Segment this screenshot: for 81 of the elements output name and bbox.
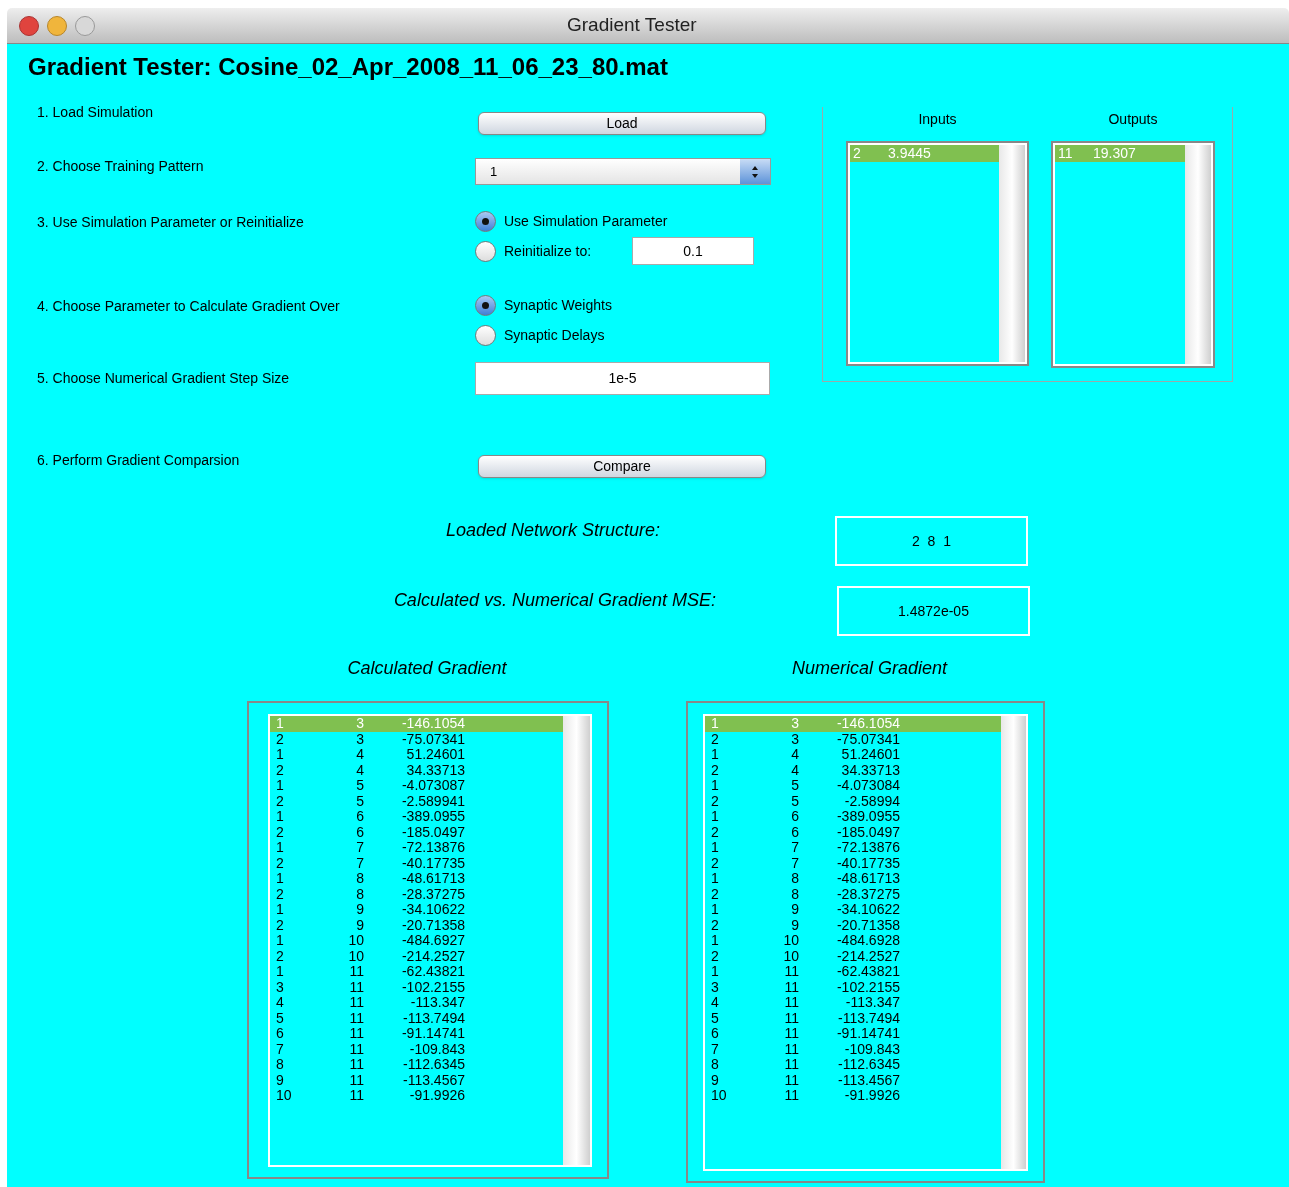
list-row[interactable]: 2 6 -185.0497 xyxy=(705,824,1001,840)
button[interactable]: Load xyxy=(478,112,766,135)
step-label: 1. Load Simulation xyxy=(37,104,153,120)
dropdown[interactable]: 1 xyxy=(475,158,771,185)
list-row[interactable]: 3 11 -102.2155 xyxy=(270,979,563,995)
button[interactable]: Compare xyxy=(478,455,766,478)
result-label: Calculated vs. Numerical Gradient MSE: xyxy=(393,590,716,610)
list-row[interactable]: 1 8 -48.61713 xyxy=(705,871,1001,887)
list-row[interactable]: 1 9 -34.10622 xyxy=(270,902,563,918)
list-row[interactable]: 2 3 -75.07341 xyxy=(705,731,1001,747)
list-row[interactable]: 8 11 -112.6345 xyxy=(705,1057,1001,1073)
radio-button[interactable] xyxy=(475,210,496,232)
list-row[interactable]: 1 11 -62.43821 xyxy=(270,964,563,980)
list-row[interactable]: 1 11 -62.43821 xyxy=(705,964,1001,980)
list-box[interactable] xyxy=(247,701,609,1179)
list-heading: Outputs xyxy=(1108,110,1158,129)
list-row[interactable]: 10 11 -91.9926 xyxy=(705,1088,1001,1104)
input-field[interactable]: 1e-5 xyxy=(475,362,770,395)
radio-label: Synaptic Delays xyxy=(504,326,606,344)
list-row[interactable]: 2 8 -28.37275 xyxy=(270,886,563,902)
updown-arrows-icon xyxy=(751,164,759,179)
list-row[interactable]: 2 7 -40.17735 xyxy=(270,855,563,871)
list-row[interactable]: 2 10 -214.2527 xyxy=(705,948,1001,964)
list-row[interactable]: 1 4 51.24601 xyxy=(705,747,1001,763)
output-field: 2 8 1 xyxy=(835,516,1028,566)
step-label: 4. Choose Parameter to Calculate Gradient Over xyxy=(37,298,340,314)
radio-label: Reinitialize to: xyxy=(504,242,593,260)
list-row[interactable]: 1 4 51.24601 xyxy=(270,747,563,763)
list-row[interactable]: 2 10 -214.2527 xyxy=(270,948,563,964)
list-row[interactable]: 1 8 -48.61713 xyxy=(270,871,563,887)
list-row[interactable]: 3 11 -102.2155 xyxy=(705,979,1001,995)
list-row[interactable]: 2 7 -40.17735 xyxy=(705,855,1001,871)
radio-button[interactable] xyxy=(475,294,496,316)
step-label: 5. Choose Numerical Gradient Step Size xyxy=(37,370,290,386)
list-row[interactable]: 1 10 -484.6927 xyxy=(270,933,563,949)
page-heading: Gradient Tester: Cosine_02_Apr_2008_11_06_23_80.mat xyxy=(28,53,668,80)
list-row[interactable]: 2 8 -28.37275 xyxy=(705,886,1001,902)
list-row[interactable]: 2 5 -2.58994 xyxy=(705,793,1001,809)
window-title: Gradient Tester xyxy=(567,13,697,38)
list-row[interactable]: 2 6 -185.0497 xyxy=(270,824,563,840)
list-row[interactable]: 10 11 -91.9926 xyxy=(270,1088,563,1104)
list-row[interactable]: 7 11 -109.843 xyxy=(270,1041,563,1057)
step-label: 6. Perform Gradient Comparsion xyxy=(37,452,240,468)
list-row[interactable]: 4 11 -113.347 xyxy=(705,995,1001,1011)
list-row[interactable]: 1 7 -72.13876 xyxy=(270,840,563,856)
list-row[interactable]: 9 11 -113.4567 xyxy=(705,1072,1001,1088)
list-row[interactable]: 2 4 34.33713 xyxy=(270,762,563,778)
list-row[interactable]: 1 9 -34.10622 xyxy=(705,902,1001,918)
list-row[interactable]: 1 10 -484.6928 xyxy=(705,933,1001,949)
list-heading: Numerical Gradient xyxy=(791,658,948,678)
list-row[interactable]: 1 5 -4.073084 xyxy=(705,778,1001,794)
list-row[interactable]: 7 11 -109.843 xyxy=(705,1041,1001,1057)
list-row[interactable]: 6 11 -91.14741 xyxy=(705,1026,1001,1042)
list-row[interactable]: 2 4 34.33713 xyxy=(705,762,1001,778)
result-label: Loaded Network Structure: xyxy=(445,520,660,540)
list-row[interactable]: 1 5 -4.073087 xyxy=(270,778,563,794)
list-row[interactable]: 1 7 -72.13876 xyxy=(705,840,1001,856)
list-row[interactable]: 9 11 -113.4567 xyxy=(270,1072,563,1088)
list-row[interactable]: 1 6 -389.0955 xyxy=(270,809,563,825)
list-row[interactable]: 2 5 -2.589941 xyxy=(270,793,563,809)
list-row[interactable]: 5 11 -113.7494 xyxy=(705,1010,1001,1026)
list-row[interactable]: 8 11 -112.6345 xyxy=(270,1057,563,1073)
list-row[interactable]: 2 9 -20.71358 xyxy=(270,917,563,933)
radio-label: Synaptic Weights xyxy=(504,296,613,314)
step-label: 2. Choose Training Pattern xyxy=(37,158,204,174)
radio-button[interactable] xyxy=(475,324,496,346)
close-button[interactable] xyxy=(19,15,39,36)
list-heading: Inputs xyxy=(918,110,957,129)
list-row[interactable]: 2 9 -20.71358 xyxy=(705,917,1001,933)
output-field: 1.4872e-05 xyxy=(837,586,1030,636)
list-row[interactable]: 4 11 -113.347 xyxy=(270,995,563,1011)
list-row[interactable]: 5 11 -113.7494 xyxy=(270,1010,563,1026)
list-heading: Calculated Gradient xyxy=(347,658,507,678)
list-row[interactable]: 1 6 -389.0955 xyxy=(705,809,1001,825)
list-box[interactable] xyxy=(686,701,1045,1183)
list-row[interactable]: 2 3 -75.07341 xyxy=(270,731,563,747)
radio-button[interactable] xyxy=(475,240,496,262)
radio-label: Use Simulation Parameter xyxy=(504,212,668,230)
step-label: 3. Use Simulation Parameter or Reinitialize xyxy=(37,214,304,230)
list-row[interactable]: 6 11 -91.14741 xyxy=(270,1026,563,1042)
input-field[interactable]: 0.1 xyxy=(632,237,754,265)
